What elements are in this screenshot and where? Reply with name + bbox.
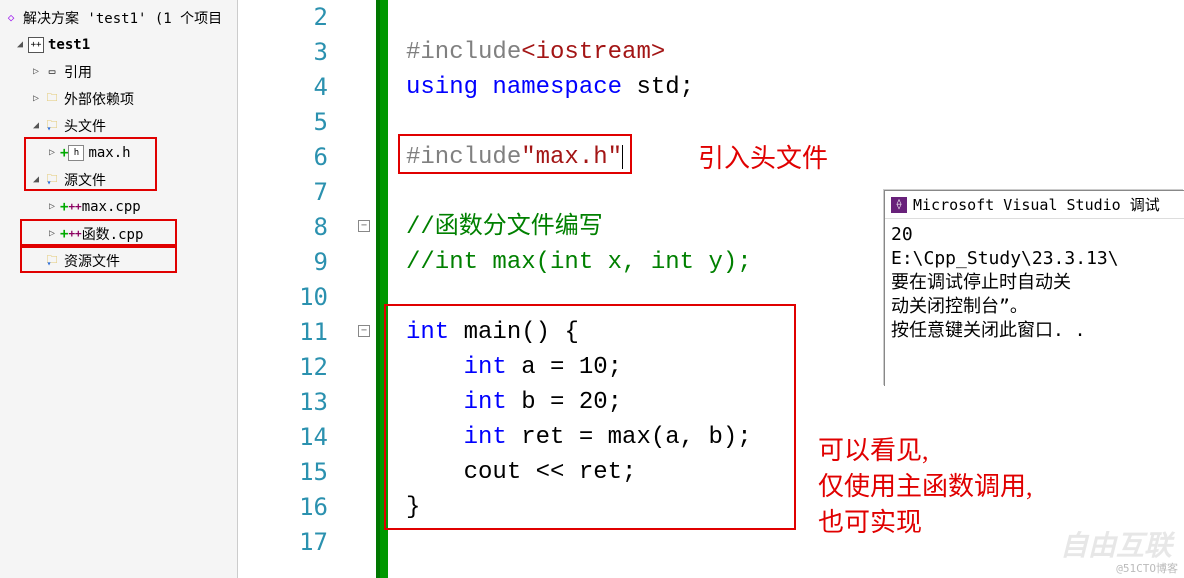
refs-label: 引用 — [64, 62, 92, 82]
code-line — [406, 525, 752, 560]
code-line: //函数分文件编写 — [406, 210, 752, 245]
expand-arrow[interactable]: ▷ — [30, 66, 42, 78]
anno-onlymain: 仅使用主函数调用, — [818, 466, 1033, 503]
solution-node[interactable]: ◇ 解决方案 'test1' (1 个项目 — [0, 4, 237, 31]
external-node[interactable]: ▷ 🗀 外部依赖项 — [0, 85, 237, 112]
collapse-toggle[interactable]: − — [358, 325, 370, 337]
collapse-toggle[interactable]: − — [358, 220, 370, 232]
anno-include: 引入头文件 — [698, 138, 828, 175]
solution-label: 解决方案 'test1' (1 个项目 — [23, 8, 222, 28]
ln: 14 — [238, 420, 328, 455]
watermark-logo: 自由互联 — [1060, 524, 1172, 564]
anno-alsoworks: 也可实现 — [818, 502, 922, 539]
hl-box-maxcpp — [20, 219, 177, 246]
ln: 15 — [238, 455, 328, 490]
ln: 2 — [238, 0, 328, 35]
max-cpp-label: max.cpp — [82, 199, 141, 215]
hl-box-include — [398, 134, 632, 174]
ln: 3 — [238, 35, 328, 70]
ln: 10 — [238, 280, 328, 315]
project-label: test1 — [48, 37, 90, 53]
ln: 5 — [238, 105, 328, 140]
ln: 13 — [238, 385, 328, 420]
ln: 7 — [238, 175, 328, 210]
ln: 17 — [238, 525, 328, 560]
ln: 4 — [238, 70, 328, 105]
hl-box-main — [384, 304, 796, 530]
project-icon: ++ — [28, 37, 44, 53]
cpp-icon: ++ — [68, 200, 81, 213]
collapse-column: − − — [346, 0, 380, 578]
ln: 11 — [238, 315, 328, 350]
hl-box-funccpp — [20, 246, 177, 273]
solution-icon: ◇ — [3, 10, 19, 26]
anno-cansee: 可以看见, — [818, 430, 929, 467]
watermark-text: @51CTO博客 — [1116, 560, 1178, 576]
added-icon: + — [60, 199, 68, 215]
refs-node[interactable]: ▷ ▭ 引用 — [0, 58, 237, 85]
folder-icon: 🗀 — [44, 91, 60, 107]
project-node[interactable]: ◢ ++ test1 — [0, 31, 237, 58]
headers-label: 头文件 — [64, 116, 106, 136]
folder-icon: 🗀▾ — [44, 118, 60, 134]
expand-arrow[interactable]: ▷ — [46, 201, 58, 213]
ln: 8 — [238, 210, 328, 245]
ln: 9 — [238, 245, 328, 280]
max-cpp-node[interactable]: ▷ + ++ max.cpp — [0, 193, 237, 220]
ln: 6 — [238, 140, 328, 175]
external-label: 外部依赖项 — [64, 89, 134, 109]
code-line: //int max(int x, int y); — [406, 245, 752, 280]
hl-box-headers — [24, 137, 157, 191]
expand-arrow[interactable]: ▷ — [30, 93, 42, 105]
console-window[interactable]: ⟠ Microsoft Visual Studio 调试 20 E:\Cpp_S… — [884, 190, 1184, 386]
ln: 12 — [238, 350, 328, 385]
code-line: #include<iostream> — [406, 35, 752, 70]
vs-icon: ⟠ — [891, 197, 907, 213]
console-title-text: Microsoft Visual Studio 调试 — [913, 194, 1160, 215]
code-line — [406, 175, 752, 210]
console-output: 20 E:\Cpp_Study\23.3.13\ 要在调试停止时自动关 动关闭控… — [885, 219, 1184, 347]
refs-icon: ▭ — [44, 64, 60, 80]
collapse-arrow[interactable]: ◢ — [30, 120, 42, 132]
ln: 16 — [238, 490, 328, 525]
headers-node[interactable]: ◢ 🗀▾ 头文件 — [0, 112, 237, 139]
console-titlebar[interactable]: ⟠ Microsoft Visual Studio 调试 — [885, 191, 1184, 219]
code-editor[interactable]: 2 3 4 5 6 7 8 9 10 11 12 13 14 15 16 17 … — [238, 0, 1184, 578]
line-gutter: 2 3 4 5 6 7 8 9 10 11 12 13 14 15 16 17 — [238, 0, 346, 578]
collapse-arrow[interactable]: ◢ — [14, 39, 26, 51]
solution-explorer: ◇ 解决方案 'test1' (1 个项目 ◢ ++ test1 ▷ ▭ 引用 … — [0, 0, 238, 578]
code-line — [406, 0, 752, 35]
code-line: using namespace std; — [406, 70, 752, 105]
